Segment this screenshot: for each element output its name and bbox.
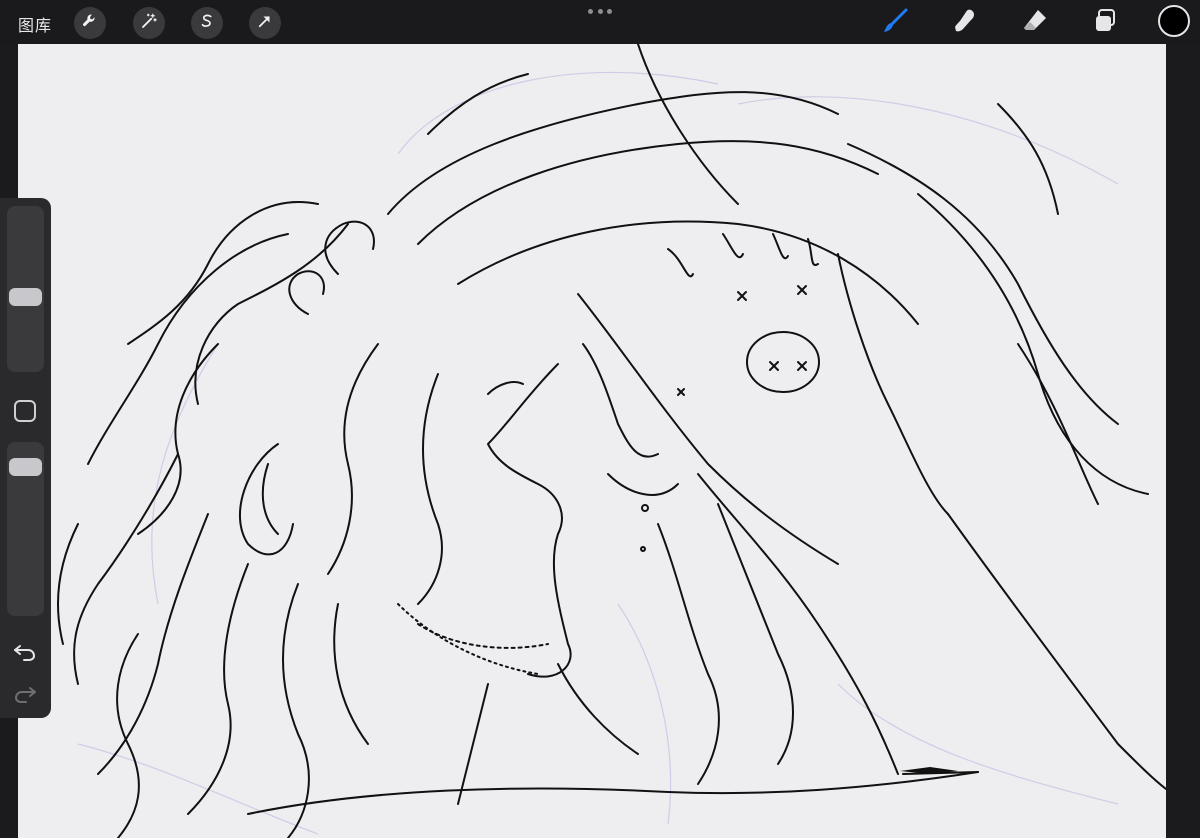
actions-button[interactable] bbox=[74, 7, 106, 39]
opacity-thumb[interactable] bbox=[9, 457, 42, 476]
redo-icon bbox=[12, 687, 38, 708]
brush-icon bbox=[881, 7, 909, 40]
selection-s-icon bbox=[198, 12, 216, 35]
eraser-icon bbox=[1021, 7, 1049, 40]
eraser-tool-button[interactable] bbox=[1018, 6, 1052, 40]
side-slider-bar bbox=[0, 198, 51, 718]
layers-icon bbox=[1091, 7, 1119, 40]
modify-square-icon[interactable] bbox=[14, 400, 36, 422]
undo-button[interactable] bbox=[12, 640, 38, 662]
wrench-icon bbox=[81, 12, 99, 35]
layers-button[interactable] bbox=[1088, 6, 1122, 40]
gallery-button[interactable]: 图库 bbox=[18, 12, 52, 36]
transform-button[interactable] bbox=[249, 7, 281, 39]
adjustments-button[interactable] bbox=[133, 7, 165, 39]
line-art bbox=[57, 44, 1166, 838]
redo-button[interactable] bbox=[12, 682, 38, 704]
drawing-canvas[interactable] bbox=[18, 44, 1166, 838]
more-dots-icon[interactable] bbox=[588, 4, 612, 18]
opacity-slider[interactable] bbox=[7, 442, 44, 616]
color-picker-button[interactable] bbox=[1158, 5, 1190, 37]
top-toolbar: 图库 bbox=[0, 0, 1200, 44]
selection-button[interactable] bbox=[191, 7, 223, 39]
undo-icon bbox=[12, 645, 38, 666]
smudge-tool-button[interactable] bbox=[948, 6, 982, 40]
procreate-app: 图库 bbox=[0, 0, 1200, 838]
magic-wand-icon bbox=[140, 12, 158, 35]
arrow-cursor-icon bbox=[256, 12, 274, 35]
brush-size-slider[interactable] bbox=[7, 206, 44, 372]
smudge-finger-icon bbox=[951, 7, 979, 40]
brush-size-thumb[interactable] bbox=[9, 288, 42, 307]
brush-tool-button[interactable] bbox=[878, 6, 912, 40]
